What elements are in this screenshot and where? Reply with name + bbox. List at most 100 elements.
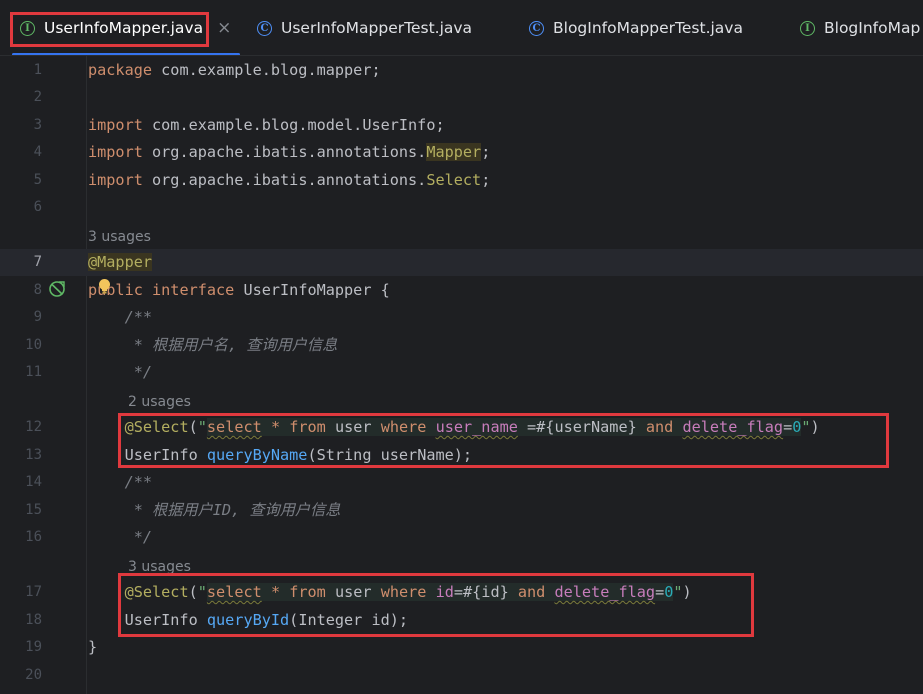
code-line[interactable]: 20 <box>0 662 923 689</box>
line-number[interactable]: 5 <box>0 167 42 194</box>
line-number[interactable]: 8 <box>0 277 42 304</box>
code-line[interactable]: 11 */ <box>0 359 923 386</box>
line-number[interactable]: 7 <box>0 249 42 276</box>
code-token: ) <box>682 583 692 601</box>
code-line[interactable]: 19} <box>0 634 923 661</box>
line-number[interactable]: 4 <box>0 139 42 166</box>
tab-label: UserInfoMapper.java <box>44 19 204 37</box>
line-number[interactable]: 1 <box>0 57 42 84</box>
tab-bloginfomappertest[interactable]: C BlogInfoMapperTest.java <box>529 0 743 55</box>
code-text[interactable]: } <box>88 634 97 661</box>
code-token: " <box>801 418 811 436</box>
line-number[interactable]: 16 <box>0 524 42 551</box>
code-line[interactable]: 3 import com.example.blog.model.UserInfo; <box>0 112 923 139</box>
code-text[interactable]: UserInfo queryByName(String userName); <box>88 442 473 469</box>
line-number[interactable]: 6 <box>0 194 42 221</box>
line-number[interactable]: 13 <box>0 442 42 469</box>
line-number[interactable]: 2 <box>0 84 42 111</box>
code-text[interactable]: import org.apache.ibatis.annotations.Map… <box>88 139 490 166</box>
close-icon[interactable]: × <box>217 18 231 38</box>
code-text[interactable]: public interface UserInfoMapper { <box>88 277 390 304</box>
line-number[interactable]: 11 <box>0 359 42 386</box>
code-token: ( <box>188 583 198 601</box>
line-number[interactable]: 3 <box>0 112 42 139</box>
tab-label: BlogInfoMapperTest.java <box>553 19 743 37</box>
usages-hint[interactable]: 2 usages <box>128 387 191 414</box>
line-number[interactable]: 10 <box>0 332 42 359</box>
code-line[interactable]: 18 UserInfo queryById(Integer id); <box>0 607 923 634</box>
line-number[interactable]: 19 <box>0 634 42 661</box>
code-text[interactable]: * 根据用户名, 查询用户信息 <box>88 332 338 359</box>
code-token <box>426 583 436 601</box>
code-token: user <box>325 583 381 601</box>
code-token <box>261 418 271 436</box>
code-line[interactable]: 17 @Select("select * from user where id=… <box>0 579 923 606</box>
code-text[interactable]: import com.example.blog.model.UserInfo; <box>88 112 445 139</box>
code-text[interactable]: * 根据用户ID, 查询用户信息 <box>88 497 341 524</box>
code-line[interactable]: 6 <box>0 194 923 221</box>
class-icon: C <box>257 20 272 36</box>
code-token: */ <box>124 363 153 381</box>
code-text[interactable]: import org.apache.ibatis.annotations.Sel… <box>88 167 490 194</box>
code-text[interactable]: UserInfo queryById(Integer id); <box>88 607 408 634</box>
code-line[interactable]: 4 import org.apache.ibatis.annotations.Ma… <box>0 139 923 166</box>
code-text[interactable]: /** <box>88 304 152 331</box>
code-token: org.apache.ibatis.annotations. <box>152 171 427 189</box>
code-token: /** <box>124 473 153 491</box>
code-editor[interactable]: 1 package com.example.blog.mapper; 2 3 impor… <box>0 56 923 694</box>
usages-hint[interactable]: 3 usages <box>128 552 191 579</box>
code-line[interactable]: 15 * 根据用户ID, 查询用户信息 <box>0 497 923 524</box>
code-line[interactable]: 14 /** <box>0 469 923 496</box>
code-line[interactable]: 16 */ <box>0 524 923 551</box>
code-text[interactable]: package com.example.blog.mapper; <box>88 57 381 84</box>
code-token: Mapper <box>426 143 482 161</box>
code-token: UserInfoMapper { <box>243 281 390 299</box>
code-text[interactable]: @Select("select * from user where user_n… <box>88 414 820 441</box>
line-number[interactable]: 20 <box>0 662 42 689</box>
code-line[interactable]: 13 UserInfo queryByName(String userName)… <box>0 442 923 469</box>
code-token: delete_flag <box>682 418 784 436</box>
tab-label: BlogInfoMap <box>824 19 921 37</box>
code-token: id <box>435 583 454 601</box>
code-text[interactable]: */ <box>88 359 152 386</box>
code-line[interactable]: 2 <box>0 84 923 111</box>
code-token: queryById <box>206 611 290 629</box>
code-line[interactable]: 1 package com.example.blog.mapper; <box>0 57 923 84</box>
code-line[interactable]: 8 public interface UserInfoMapper { <box>0 277 923 304</box>
code-text[interactable]: /** <box>88 469 152 496</box>
code-token: com.example.blog.model.UserInfo; <box>152 116 445 134</box>
tab-userinfomappertest[interactable]: C UserInfoMapperTest.java <box>257 0 472 55</box>
line-number[interactable]: 17 <box>0 579 42 606</box>
code-token: * 根据用户名, 查询用户信息 <box>124 336 338 354</box>
code-line[interactable]: 9 /** <box>0 304 923 331</box>
tab-userinfomapper[interactable]: I UserInfoMapper.java × <box>10 0 242 55</box>
code-token: UserInfo <box>88 446 207 464</box>
code-token: =#{userName} <box>517 418 646 436</box>
tab-bloginfomapper[interactable]: I BlogInfoMap <box>800 0 921 55</box>
code-token: where <box>380 583 427 601</box>
line-number[interactable]: 9 <box>0 304 42 331</box>
code-line[interactable]: 7 @Mapper <box>0 249 923 276</box>
code-token: (Integer id); <box>289 611 409 629</box>
code-token: and <box>517 583 546 601</box>
lightbulb-icon[interactable] <box>98 278 111 296</box>
code-token: Select <box>426 171 482 189</box>
code-line[interactable]: 5 import org.apache.ibatis.annotations.Se… <box>0 167 923 194</box>
code-text[interactable]: @Mapper <box>88 249 153 276</box>
spring-bean-icon[interactable] <box>48 280 66 298</box>
line-number[interactable]: 12 <box>0 414 42 441</box>
code-line[interactable]: 12 @Select("select * from user where use… <box>0 414 923 441</box>
code-text[interactable]: @Select("select * from user where id=#{i… <box>88 579 692 606</box>
code-text[interactable]: */ <box>88 524 152 551</box>
line-number[interactable]: 15 <box>0 497 42 524</box>
usages-hint[interactable]: 3 usages <box>88 222 151 249</box>
line-number[interactable]: 14 <box>0 469 42 496</box>
code-token: ) <box>810 418 820 436</box>
line-number[interactable]: 18 <box>0 607 42 634</box>
code-line[interactable]: 10 * 根据用户名, 查询用户信息 <box>0 332 923 359</box>
